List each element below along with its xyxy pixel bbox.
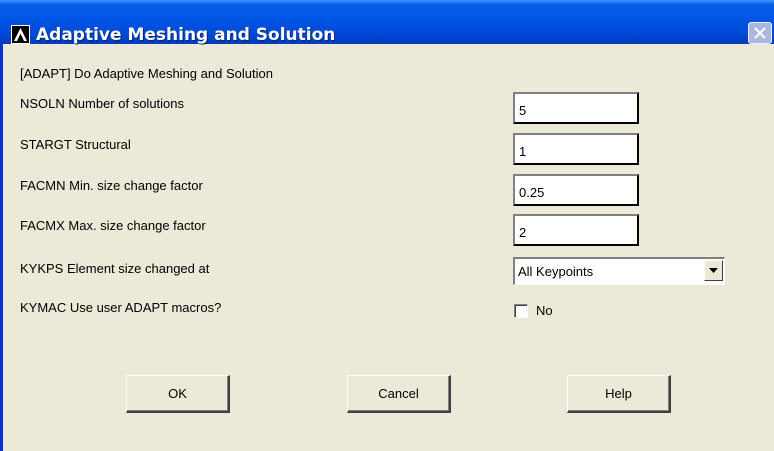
facmx-input[interactable]: 2 <box>513 214 639 246</box>
kymac-label: KYMAC Use user ADAPT macros? <box>20 300 222 315</box>
close-button[interactable] <box>748 22 772 44</box>
dialog-subtitle: [ADAPT] Do Adaptive Meshing and Solution <box>20 66 273 81</box>
nsoln-input[interactable]: 5 <box>513 92 639 124</box>
kykps-label: KYKPS Element size changed at <box>20 261 210 276</box>
kykps-select[interactable]: All Keypoints <box>513 257 725 285</box>
facmn-input[interactable]: 0.25 <box>513 174 639 206</box>
stargt-input[interactable]: 1 <box>513 133 639 165</box>
help-button[interactable]: Help <box>567 375 671 413</box>
title-bar[interactable]: Adaptive Meshing and Solution <box>0 0 774 45</box>
dialog-window: Adaptive Meshing and Solution [ADAPT] Do… <box>0 0 774 451</box>
ok-button[interactable]: OK <box>126 375 230 413</box>
facmx-label: FACMX Max. size change factor <box>20 218 206 233</box>
kymac-checkbox[interactable] <box>514 304 528 318</box>
dropdown-button[interactable] <box>704 260 723 281</box>
kykps-selected-value: All Keypoints <box>518 264 594 279</box>
kymac-checkbox-label[interactable]: No <box>536 303 553 318</box>
close-icon <box>754 27 766 39</box>
window-title: Adaptive Meshing and Solution <box>36 25 336 45</box>
facmn-label: FACMN Min. size change factor <box>20 178 203 193</box>
stargt-label: STARGT Structural <box>20 137 131 152</box>
nsoln-label: NSOLN Number of solutions <box>20 96 185 111</box>
ansys-logo-icon <box>11 25 30 44</box>
cancel-button[interactable]: Cancel <box>347 375 451 413</box>
chevron-down-icon <box>709 268 718 273</box>
